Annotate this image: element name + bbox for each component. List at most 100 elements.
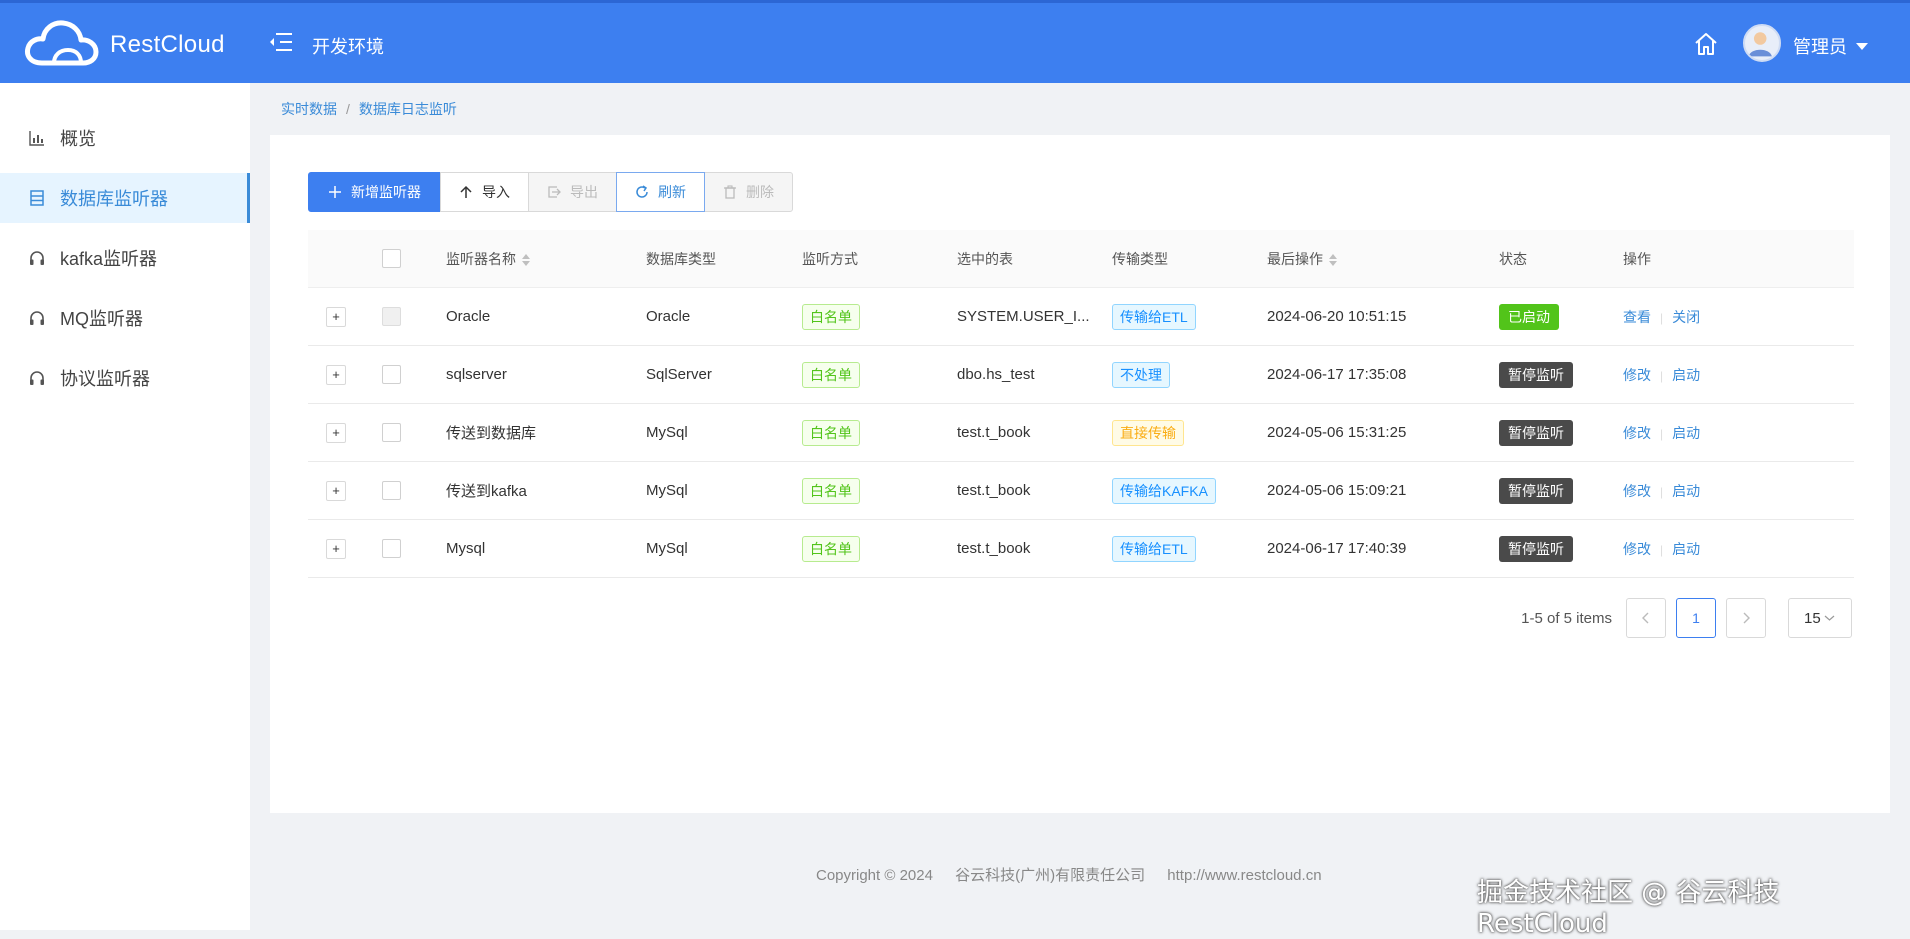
sidebar-item-label: 协议监听器 xyxy=(60,369,150,389)
import-button[interactable]: 导入 xyxy=(440,172,529,212)
page-size-select[interactable]: 15 xyxy=(1788,598,1852,638)
menu-fold-icon[interactable] xyxy=(268,31,294,53)
column-header-transfer: 传输类型 xyxy=(1112,250,1168,267)
expand-row-button[interactable]: + xyxy=(326,538,346,559)
column-header-label: 监听器名称 xyxy=(446,250,516,267)
action-separator: | xyxy=(1660,310,1664,325)
caret-down-icon[interactable] xyxy=(1856,43,1868,50)
select-all-checkbox[interactable] xyxy=(382,249,401,268)
watermark: 掘金技术社区 @ 谷云科技RestCloud xyxy=(1477,878,1780,939)
column-header-last-op[interactable]: 最后操作 xyxy=(1267,249,1499,269)
cloud-logo-icon xyxy=(25,20,99,66)
column-header-tables: 选中的表 xyxy=(957,250,1013,267)
cell-selected-table: test.t_book xyxy=(957,540,1031,557)
cell-selected-table: dbo.hs_test xyxy=(957,366,1035,383)
transfer-tag: 传输给KAFKA xyxy=(1112,477,1216,504)
cell-last-op: 2024-05-06 15:09:21 xyxy=(1267,482,1407,499)
export-icon xyxy=(548,186,561,198)
sort-icon[interactable] xyxy=(1329,253,1337,266)
row-checkbox[interactable] xyxy=(382,307,401,326)
delete-label: 删除 xyxy=(746,184,774,200)
mode-tag: 白名单 xyxy=(802,535,860,562)
footer: Copyright © 2024 谷云科技(广州)有限责任公司 http://w… xyxy=(816,864,1340,885)
mode-tag: 白名单 xyxy=(802,303,860,330)
row-checkbox[interactable] xyxy=(382,365,401,384)
table-row: + 传送到数据库 MySql 白名单 test.t_book 直接传输 2024-05-06… xyxy=(308,404,1854,462)
cell-db-type: MySql xyxy=(646,540,688,557)
main-card: 新增监听器 导入 导出 刷新 删除 监听器名称 数据库类型 监听方式 选中的表 … xyxy=(270,135,1890,813)
cell-selected-table: test.t_book xyxy=(957,424,1031,441)
cell-db-type: MySql xyxy=(646,482,688,499)
sidebar-item-kafka-listener[interactable]: kafka监听器 xyxy=(0,233,250,283)
row-checkbox[interactable] xyxy=(382,481,401,500)
sidebar-item-protocol-listener[interactable]: 协议监听器 xyxy=(0,353,250,403)
user-name[interactable]: 管理员 xyxy=(1793,33,1847,59)
breadcrumb-item[interactable]: 数据库日志监听 xyxy=(359,101,457,117)
breadcrumb-separator: / xyxy=(346,101,350,117)
row-checkbox[interactable] xyxy=(382,539,401,558)
expand-row-button[interactable]: + xyxy=(326,306,346,327)
cell-selected-table: SYSTEM.USER_I... xyxy=(957,308,1090,325)
export-button[interactable]: 导出 xyxy=(528,172,617,212)
env-title[interactable]: 开发环境 xyxy=(312,33,384,59)
sort-icon[interactable] xyxy=(522,253,530,266)
breadcrumb: 实时数据 / 数据库日志监听 xyxy=(281,99,457,119)
expand-row-button[interactable]: + xyxy=(326,480,346,501)
cell-last-op: 2024-06-20 10:51:15 xyxy=(1267,308,1407,325)
expand-row-button[interactable]: + xyxy=(326,364,346,385)
expand-row-button[interactable]: + xyxy=(326,422,346,443)
avatar[interactable] xyxy=(1743,24,1781,62)
row-action-link[interactable]: 启动 xyxy=(1672,367,1700,383)
sidebar-item-mq-listener[interactable]: MQ监听器 xyxy=(0,293,250,343)
add-listener-button[interactable]: 新增监听器 xyxy=(308,172,441,212)
delete-button[interactable]: 删除 xyxy=(704,172,793,212)
table-header: 监听器名称 数据库类型 监听方式 选中的表 传输类型 最后操作 状态 操作 xyxy=(308,230,1854,288)
breadcrumb-item[interactable]: 实时数据 xyxy=(281,101,337,117)
status-badge: 暂停监听 xyxy=(1499,477,1573,504)
headphones-icon xyxy=(30,311,44,325)
sidebar-item-label: 数据库监听器 xyxy=(60,189,168,209)
footer-url[interactable]: http://www.restcloud.cn xyxy=(1167,867,1321,884)
action-separator: | xyxy=(1660,484,1664,499)
row-action-link[interactable]: 修改 xyxy=(1623,541,1651,557)
logo[interactable]: RestCloud xyxy=(24,17,225,73)
row-action-link[interactable]: 修改 xyxy=(1623,425,1651,441)
sidebar-item-label: MQ监听器 xyxy=(60,309,143,329)
row-action-link[interactable]: 修改 xyxy=(1623,367,1651,383)
mode-tag: 白名单 xyxy=(802,361,860,388)
row-action-link[interactable]: 启动 xyxy=(1672,541,1700,557)
cell-name: Mysql xyxy=(446,540,486,557)
column-header-actions: 操作 xyxy=(1623,250,1651,267)
sidebar-item-overview[interactable]: 概览 xyxy=(0,113,250,163)
add-listener-label: 新增监听器 xyxy=(351,184,421,200)
home-icon[interactable] xyxy=(1693,31,1719,57)
sidebar-item-db-listener[interactable]: 数据库监听器 xyxy=(0,173,250,223)
prev-page-button[interactable] xyxy=(1626,598,1666,638)
row-action-link[interactable]: 启动 xyxy=(1672,483,1700,499)
pagination-total: 1-5 of 5 items xyxy=(1521,609,1612,627)
trash-icon xyxy=(724,185,736,199)
row-checkbox[interactable] xyxy=(382,423,401,442)
transfer-tag: 传输给ETL xyxy=(1112,303,1196,330)
row-action-link[interactable]: 修改 xyxy=(1623,483,1651,499)
row-action-link[interactable]: 查看 xyxy=(1623,309,1651,325)
transfer-tag: 直接传输 xyxy=(1112,419,1184,446)
chevron-down-icon xyxy=(1824,615,1835,621)
cell-name: sqlserver xyxy=(446,366,507,383)
refresh-button[interactable]: 刷新 xyxy=(616,172,705,212)
next-page-button[interactable] xyxy=(1726,598,1766,638)
bar-chart-icon xyxy=(29,131,44,146)
table-row: + Oracle Oracle 白名单 SYSTEM.USER_I... 传输给ETL 20… xyxy=(308,288,1854,346)
page-button-current[interactable]: 1 xyxy=(1676,598,1716,638)
column-header-name[interactable]: 监听器名称 xyxy=(446,249,646,269)
sidebar: 概览 数据库监听器 kafka监听器 MQ监听器 协议监听器 xyxy=(0,83,250,930)
toolbar: 新增监听器 导入 导出 刷新 删除 xyxy=(308,172,793,212)
brand-name: RestCloud xyxy=(110,31,225,58)
status-badge: 已启动 xyxy=(1499,303,1559,330)
row-action-link[interactable]: 启动 xyxy=(1672,425,1700,441)
cell-db-type: MySql xyxy=(646,424,688,441)
page-size-value: 15 xyxy=(1804,609,1821,627)
cell-last-op: 2024-06-17 17:35:08 xyxy=(1267,366,1407,383)
table-row: + Mysql MySql 白名单 test.t_book 传输给ETL 2024-06-1… xyxy=(308,520,1854,578)
row-action-link[interactable]: 关闭 xyxy=(1672,309,1700,325)
